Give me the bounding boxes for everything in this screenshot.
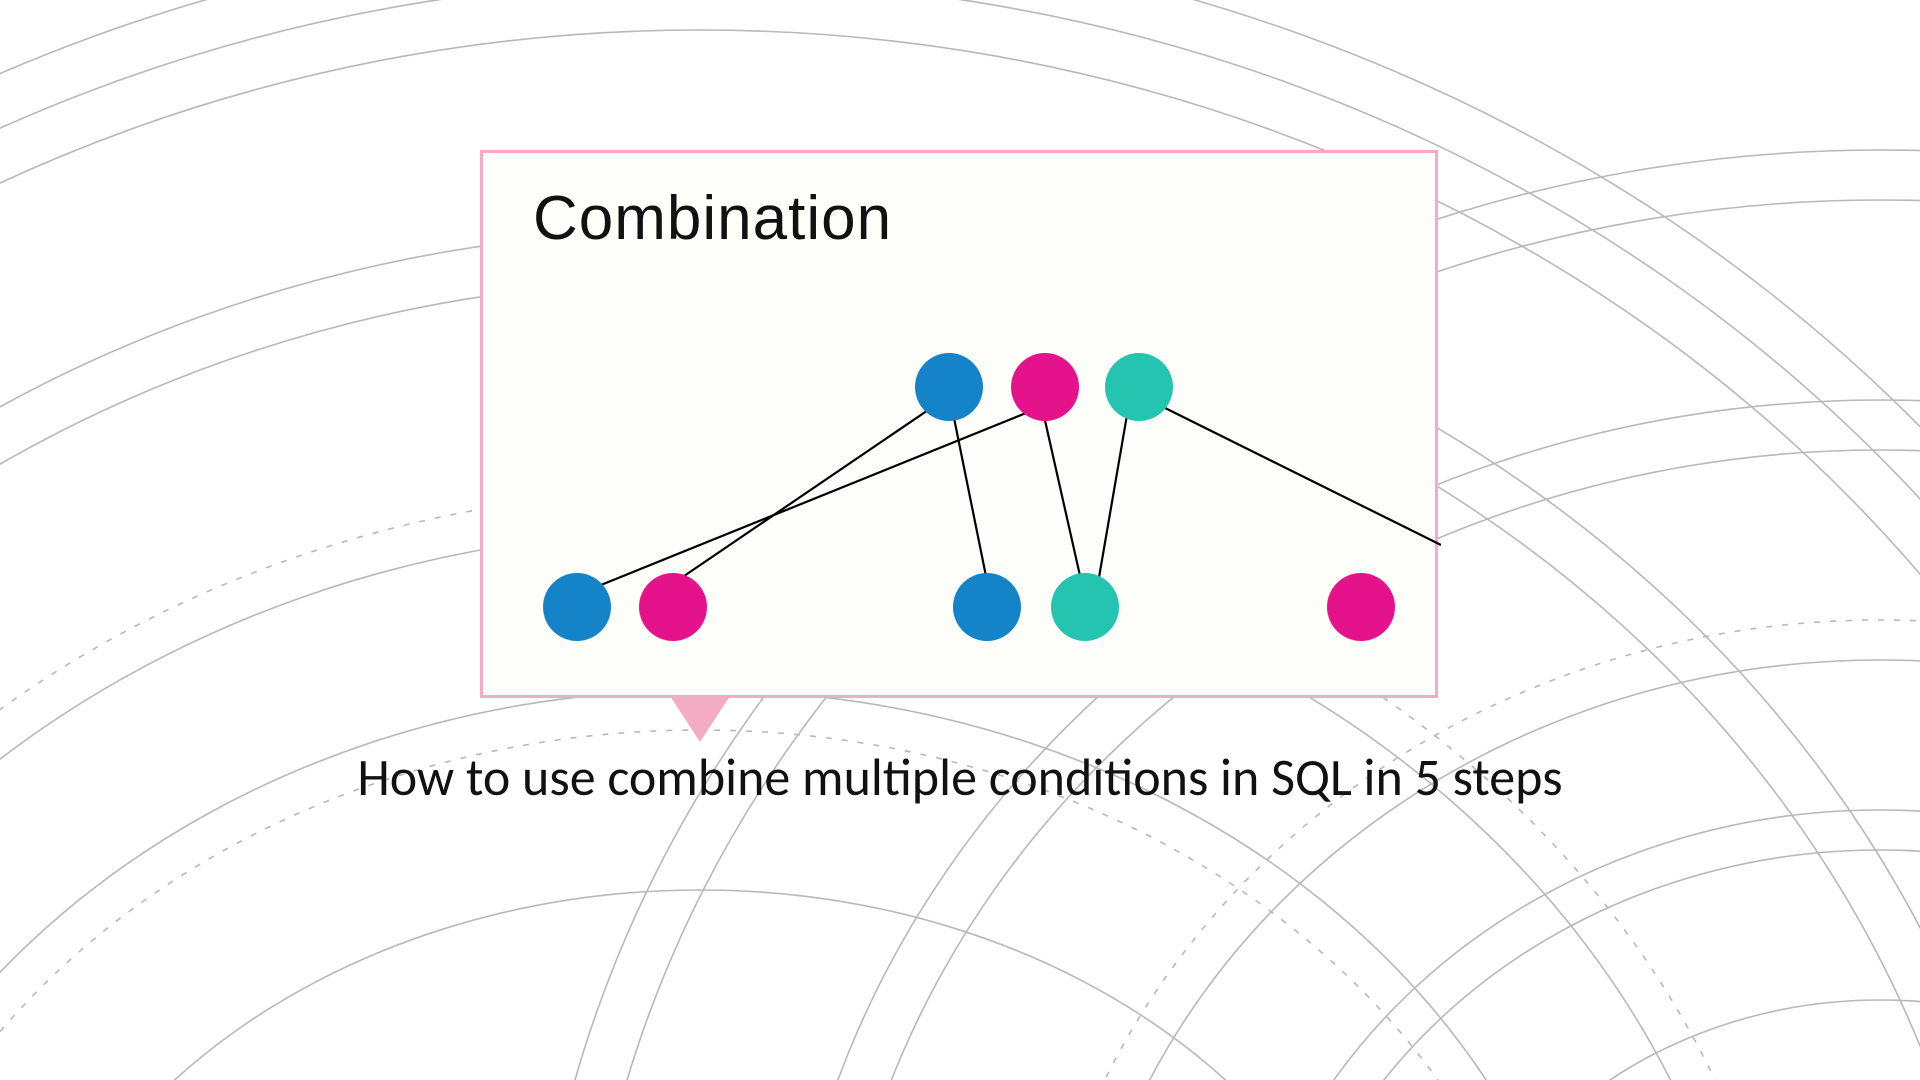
node-top-blue bbox=[915, 353, 983, 421]
combination-card: Combination bbox=[480, 150, 1438, 698]
slide-subtitle: How to use combine multiple conditions i… bbox=[0, 744, 1920, 811]
node-top-magenta bbox=[1011, 353, 1079, 421]
node-top-teal bbox=[1105, 353, 1173, 421]
subtitle-text: How to use combine multiple conditions i… bbox=[357, 745, 1562, 809]
node-bottom-magenta-2 bbox=[1327, 573, 1395, 641]
pointer-triangle-icon bbox=[670, 696, 730, 742]
node-bottom-magenta-1 bbox=[639, 573, 707, 641]
node-bottom-blue-1 bbox=[543, 573, 611, 641]
node-bottom-blue-2 bbox=[953, 573, 1021, 641]
node-bottom-teal bbox=[1051, 573, 1119, 641]
combination-graph bbox=[483, 153, 1441, 701]
